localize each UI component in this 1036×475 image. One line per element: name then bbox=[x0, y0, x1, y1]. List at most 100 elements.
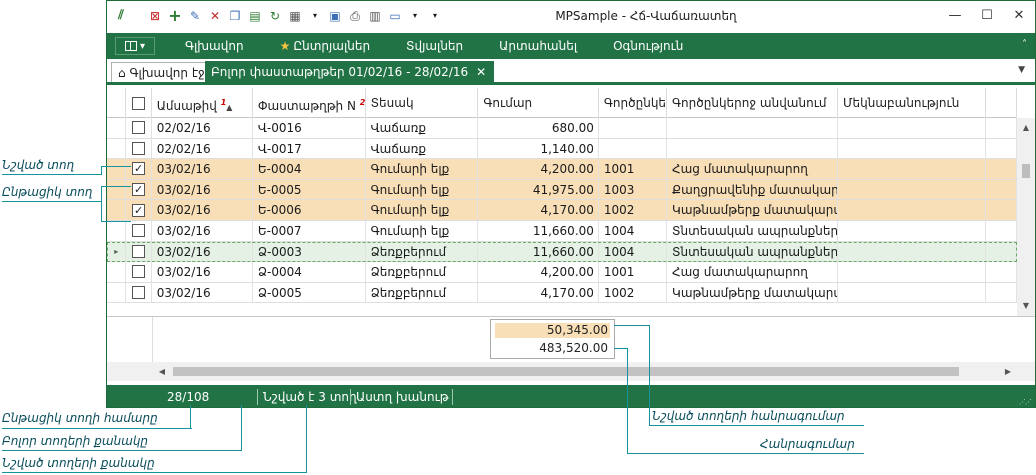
scroll-up-icon[interactable]: ▲ bbox=[1017, 120, 1035, 136]
cell-partner[interactable] bbox=[599, 138, 668, 159]
cell-date[interactable]: 03/02/16 bbox=[152, 241, 253, 262]
column-header-comment[interactable]: Մեկնաբանություն bbox=[838, 88, 986, 118]
cell-date[interactable]: 03/02/16 bbox=[152, 179, 253, 200]
row-checkbox[interactable] bbox=[132, 224, 146, 238]
row-checkbox-cell[interactable] bbox=[126, 138, 152, 159]
row-checkbox-cell[interactable] bbox=[126, 118, 152, 138]
cell-sum[interactable]: 4,200.00 bbox=[478, 159, 599, 179]
row-checkbox[interactable]: ✓ bbox=[132, 203, 146, 217]
horizontal-scrollbar[interactable]: ◀ ▶ bbox=[107, 362, 1035, 381]
cell-doc-number[interactable]: Ե-0007 bbox=[253, 220, 366, 241]
cell-comment[interactable] bbox=[838, 118, 986, 138]
tab-data[interactable]: Տվյալներ bbox=[388, 33, 481, 59]
cell-comment[interactable] bbox=[838, 220, 986, 241]
row-checkbox[interactable] bbox=[132, 121, 146, 135]
tabs-dropdown-icon[interactable]: ▼ bbox=[1018, 65, 1025, 75]
table-row[interactable]: ✓ 03/02/16 Ե-0006 Գումարի ելք 4,170.00 1002 Կա… bbox=[107, 200, 1017, 221]
cell-type[interactable]: Գումարի ելք bbox=[366, 179, 479, 200]
cell-date[interactable]: 02/02/16 bbox=[152, 138, 253, 159]
cell-date[interactable]: 03/02/16 bbox=[152, 282, 253, 303]
cell-partner[interactable]: 1001 bbox=[599, 262, 668, 282]
row-checkbox[interactable] bbox=[132, 244, 146, 258]
column-header-date[interactable]: Ամսաթիվ 1▲ bbox=[152, 88, 253, 118]
cell-doc-number[interactable]: Ձ-0003 bbox=[253, 241, 366, 262]
cell-partner-name[interactable]: Հաց մատակարարող bbox=[667, 262, 839, 282]
cell-doc-number[interactable]: Ձ-0004 bbox=[253, 262, 366, 282]
header-select-all[interactable] bbox=[126, 88, 152, 118]
cell-comment[interactable] bbox=[838, 159, 986, 179]
table-row[interactable]: 03/02/16 Ձ-0005 Ձեռքբերում 4,170.00 1002 Կաթն… bbox=[107, 282, 1017, 304]
scroll-right-icon[interactable]: ▶ bbox=[999, 362, 1017, 381]
row-checkbox[interactable]: ✓ bbox=[132, 162, 146, 176]
cell-type[interactable]: Գումարի ելք bbox=[366, 220, 479, 241]
column-header-partner[interactable]: Գործընկեր bbox=[599, 88, 668, 118]
cell-sum[interactable]: 11,660.00 bbox=[478, 241, 599, 262]
table-row[interactable]: ▸ 03/02/16 Ձ-0003 Ձեռքբերում 11,660.00 1004 Տն… bbox=[107, 241, 1017, 263]
cell-type[interactable]: Ձեռքբերում bbox=[366, 241, 479, 262]
tab-home[interactable]: Գլխավոր bbox=[167, 33, 262, 59]
maximize-button[interactable]: ☐ bbox=[971, 1, 1003, 29]
cell-sum[interactable]: 680.00 bbox=[478, 118, 599, 138]
table-row[interactable]: 03/02/16 Ե-0007 Գումարի ելք 11,660.00 1004 Տն… bbox=[107, 220, 1017, 242]
cell-partner-name[interactable]: Տնտեսական ապրանքներ... bbox=[667, 220, 839, 241]
row-checkbox-cell[interactable] bbox=[126, 262, 152, 282]
cell-comment[interactable] bbox=[838, 241, 986, 262]
row-checkbox-cell[interactable]: ✓ bbox=[126, 179, 152, 200]
row-checkbox[interactable] bbox=[132, 265, 146, 279]
app-menu-button[interactable]: ▾ bbox=[115, 37, 155, 55]
cell-type[interactable]: Վաճառք bbox=[366, 138, 479, 159]
cell-sum[interactable]: 4,170.00 bbox=[478, 200, 599, 220]
cell-type[interactable]: Գումարի ելք bbox=[366, 159, 479, 179]
cell-date[interactable]: 03/02/16 bbox=[152, 200, 253, 220]
table-row[interactable]: 03/02/16 Ձ-0004 Ձեռքբերում 4,200.00 1001 Հաց … bbox=[107, 262, 1017, 283]
cell-partner[interactable]: 1004 bbox=[599, 220, 668, 241]
row-checkbox-cell[interactable]: ✓ bbox=[126, 200, 152, 220]
column-header-doc-number[interactable]: Փաստաթղթի N 2▲ bbox=[253, 88, 366, 118]
cell-sum[interactable]: 4,200.00 bbox=[478, 262, 599, 282]
cell-doc-number[interactable]: Ե-0004 bbox=[253, 159, 366, 179]
cell-doc-number[interactable]: Վ-0016 bbox=[253, 118, 366, 138]
row-checkbox-cell[interactable]: ✓ bbox=[126, 159, 152, 179]
cell-partner-name[interactable] bbox=[667, 118, 839, 138]
cell-partner[interactable]: 1001 bbox=[599, 159, 668, 179]
cell-type[interactable]: Վաճառք bbox=[366, 118, 479, 138]
cell-type[interactable]: Ձեռքբերում bbox=[366, 262, 479, 282]
table-row[interactable]: ✓ 03/02/16 Ե-0004 Գումարի ելք 4,200.00 1001 Հա… bbox=[107, 159, 1017, 180]
cell-date[interactable]: 03/02/16 bbox=[152, 262, 253, 282]
cell-comment[interactable] bbox=[838, 282, 986, 303]
cell-date[interactable]: 02/02/16 bbox=[152, 118, 253, 138]
cell-doc-number[interactable]: Ե-0006 bbox=[253, 200, 366, 220]
vertical-scroll-thumb[interactable] bbox=[1022, 164, 1030, 178]
cell-doc-number[interactable]: Վ-0017 bbox=[253, 138, 366, 159]
cell-partner-name[interactable] bbox=[667, 138, 839, 159]
minimize-button[interactable]: — bbox=[939, 1, 971, 29]
cell-partner-name[interactable]: Տնտեսական ապրանքներ... bbox=[667, 241, 839, 262]
collapse-ribbon-icon[interactable]: ˄ bbox=[1022, 39, 1027, 50]
cell-comment[interactable] bbox=[838, 179, 986, 200]
tab-help[interactable]: Օգնություն bbox=[595, 33, 701, 59]
cell-doc-number[interactable]: Ե-0005 bbox=[253, 179, 366, 200]
row-checkbox[interactable] bbox=[132, 141, 146, 155]
tab-home-page[interactable]: ⌂ Գլխավոր էջ bbox=[111, 62, 212, 82]
cell-partner[interactable]: 1004 bbox=[599, 241, 668, 262]
cell-partner-name[interactable]: Հաց մատակարարող bbox=[667, 159, 839, 179]
cell-comment[interactable] bbox=[838, 200, 986, 220]
resize-grip-icon[interactable]: ⋰⋰ bbox=[1019, 398, 1032, 406]
tab-all-documents[interactable]: Բոլոր փաստաթղթեր 01/02/16 - 28/02/16 ✕ bbox=[205, 61, 495, 83]
cell-partner-name[interactable]: Կաթնամթերք մատակարա... bbox=[667, 200, 839, 220]
cell-comment[interactable] bbox=[838, 138, 986, 159]
cell-partner-name[interactable]: Կաթնամթերք մատակարա... bbox=[667, 282, 839, 303]
cell-date[interactable]: 03/02/16 bbox=[152, 159, 253, 179]
horizontal-scroll-thumb[interactable] bbox=[173, 367, 959, 376]
cell-sum[interactable]: 1,140.00 bbox=[478, 138, 599, 159]
cell-sum[interactable]: 41,975.00 bbox=[478, 179, 599, 200]
column-header-partner-name[interactable]: Գործընկերոջ անվանում bbox=[667, 88, 839, 118]
cell-partner[interactable]: 1002 bbox=[599, 282, 668, 303]
column-header-sum[interactable]: Գումար bbox=[478, 88, 599, 118]
select-all-checkbox[interactable] bbox=[132, 96, 146, 110]
cell-type[interactable]: Ձեռքբերում bbox=[366, 282, 479, 303]
scroll-left-icon[interactable]: ◀ bbox=[153, 362, 171, 381]
column-header-type[interactable]: Տեսակ bbox=[366, 88, 479, 118]
close-button[interactable]: ✕ bbox=[1003, 1, 1035, 29]
table-row[interactable]: ✓ 03/02/16 Ե-0005 Գումարի ելք 41,975.00 1003 Ք… bbox=[107, 179, 1017, 201]
